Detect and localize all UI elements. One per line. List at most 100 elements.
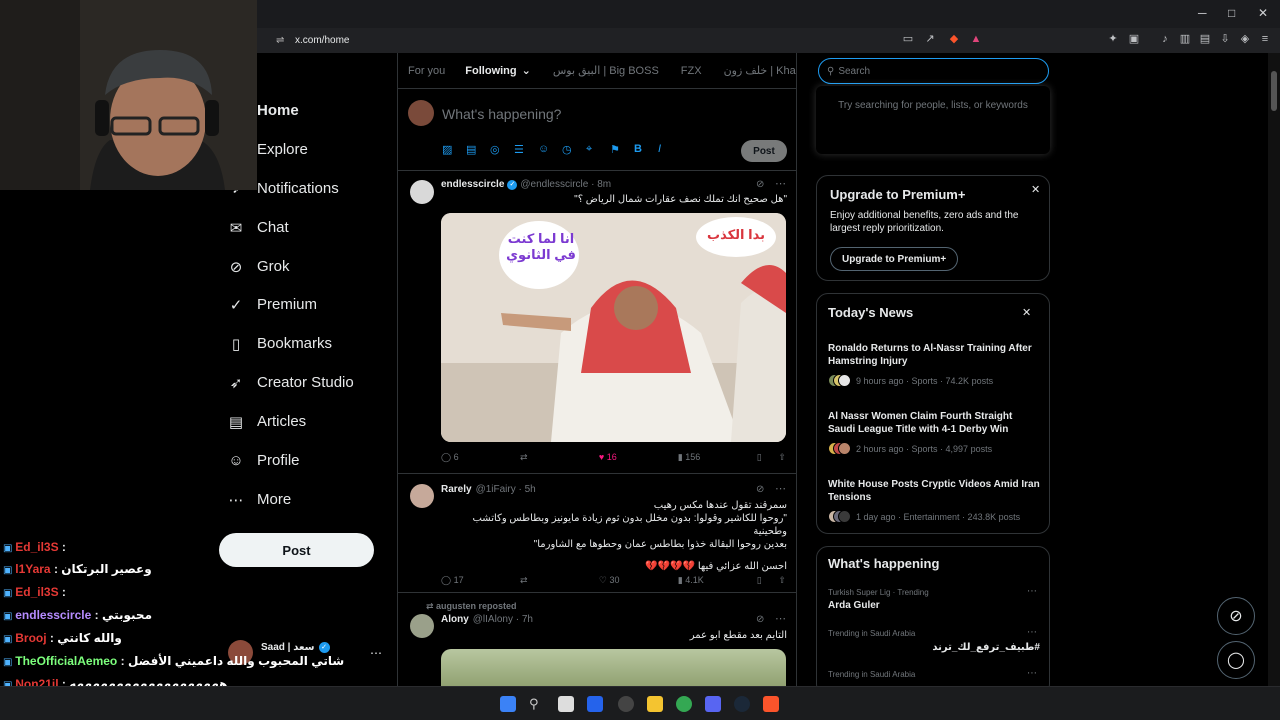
news-item[interactable]: White House Posts Cryptic Videos Amid Ir… (828, 478, 1040, 524)
grok-icon[interactable]: ⊘ (756, 484, 764, 495)
trend-item[interactable]: Turkish Super Lig · Trending Arda Guler … (828, 586, 1040, 611)
author-handle[interactable]: @1iFairy · 5h (476, 484, 536, 495)
news-item[interactable]: Ronaldo Returns to Al-Nassr Training Aft… (828, 342, 1040, 388)
vpn-icon[interactable]: ◈ (1238, 32, 1252, 46)
tweet-image[interactable]: انا لما كنت في الثانوي بدا الكذب (441, 213, 786, 442)
close-icon[interactable]: ✕ (1022, 306, 1031, 319)
upgrade-button[interactable]: Upgrade to Premium+ (830, 247, 959, 271)
nav-item-articles[interactable]: ▤ Articles (228, 413, 306, 431)
gif-icon[interactable]: ▤ (466, 143, 490, 156)
tab-following[interactable]: Following ⌄ (465, 64, 531, 77)
more-icon[interactable]: ⋯ (1027, 627, 1037, 638)
trend-item[interactable]: Trending in Saudi Arabia #طبيف_ترفع_لك_ت… (828, 627, 1040, 653)
bookmark-icon[interactable]: ▯ (757, 452, 779, 463)
more-icon[interactable]: ⋯ (775, 177, 786, 190)
extensions-icon[interactable]: ✦ (1106, 32, 1120, 46)
close-window-button[interactable]: ✕ (1258, 6, 1268, 20)
sidebar-icon[interactable]: ▥ (1178, 32, 1192, 46)
steam-icon[interactable] (734, 696, 750, 712)
nav-item-chat[interactable]: ✉ Chat (228, 219, 289, 237)
chat-fab[interactable]: ◯ (1217, 641, 1255, 679)
like-button[interactable]: ♥ 16 (599, 452, 678, 463)
maximize-button[interactable]: □ (1228, 6, 1235, 20)
views-button[interactable]: ▮ 4.1K (678, 575, 757, 586)
share-icon[interactable]: ⇧ (778, 452, 786, 463)
grok-icon[interactable]: ◎ (490, 143, 514, 156)
more-icon[interactable]: ⋯ (775, 482, 786, 495)
author-name[interactable]: Alony (441, 614, 469, 625)
brave-shield-icon[interactable]: ◆ (947, 32, 961, 46)
search-icon[interactable]: ⚲ (529, 696, 545, 712)
nav-item-bookmarks[interactable]: ▯ Bookmarks (228, 335, 332, 353)
nav-item-premium[interactable]: ✓ Premium (228, 296, 317, 314)
obs-icon[interactable] (618, 696, 634, 712)
views-button[interactable]: ▮ 156 (678, 452, 757, 463)
site-info-icon[interactable]: ⇌ (276, 35, 284, 46)
emoji-icon[interactable]: ☺ (538, 143, 562, 156)
location-icon[interactable]: ⌖ (586, 143, 610, 156)
grok-icon[interactable]: ⊘ (756, 614, 764, 625)
more-icon[interactable]: ⋯ (1027, 668, 1037, 679)
music-icon[interactable]: ♪ (1158, 32, 1172, 46)
reply-button[interactable]: ◯ 6 (441, 452, 520, 463)
menu-icon[interactable]: ≡ (1258, 32, 1272, 46)
tab-khalafzone[interactable]: خلف زون | KhalafZone (724, 64, 796, 77)
image-icon[interactable]: ▨ (442, 143, 466, 156)
tweet[interactable]: Rarely @1iFairy · 5h ⊘ ⋯ سمرقند تقول عند… (398, 474, 796, 593)
reposted-by[interactable]: augusten reposted (436, 601, 517, 611)
tweet[interactable]: ⇄ augusten reposted Alony @lIAlony · 7h … (398, 593, 796, 686)
more-icon[interactable]: ⋯ (1027, 586, 1037, 597)
start-icon[interactable] (500, 696, 516, 712)
discord-icon[interactable] (705, 696, 721, 712)
file-explorer-icon[interactable] (647, 696, 663, 712)
account-switcher[interactable]: Saad | سعد ✓ (261, 642, 330, 653)
minimize-button[interactable]: ─ (1198, 6, 1207, 20)
share-icon[interactable]: ↗ (923, 32, 937, 46)
tab-fzx[interactable]: FZX (681, 65, 702, 77)
news-item[interactable]: Al Nassr Women Claim Fourth Straight Sau… (828, 410, 1040, 456)
search-input[interactable]: ⚲ Search (818, 58, 1049, 84)
tweet[interactable]: endlesscircle ✓ @endlesscircle · 8m ⊘ ⋯ … (398, 171, 796, 474)
nav-item-profile[interactable]: ☺ Profile (228, 452, 299, 469)
avatar[interactable] (410, 484, 434, 508)
compose-post-button[interactable]: Post (741, 140, 787, 162)
chrome-icon[interactable] (676, 696, 692, 712)
grok-icon[interactable]: ⊘ (756, 179, 764, 190)
widgets-icon[interactable] (587, 696, 603, 712)
bookmark-icon[interactable]: ▯ (757, 575, 779, 586)
tabs-icon[interactable]: ▤ (1198, 32, 1212, 46)
author-handle[interactable]: @endlesscircle · 8m (520, 179, 611, 190)
poll-icon[interactable]: ☰ (514, 143, 538, 156)
scrollbar[interactable] (1268, 53, 1280, 686)
author-name[interactable]: Rarely (441, 484, 472, 495)
nav-item-grok[interactable]: ⊘ Grok (228, 258, 290, 276)
nav-item-creator-studio[interactable]: ➶ Creator Studio (228, 374, 354, 392)
avatar[interactable] (410, 180, 434, 204)
more-icon[interactable]: ⋯ (775, 612, 786, 625)
tab-big-boss[interactable]: البيق بوس | Big BOSS (553, 64, 659, 77)
cast-icon[interactable]: ▭ (901, 32, 915, 46)
bold-icon[interactable]: B (634, 143, 658, 156)
downloads-icon[interactable]: ⇩ (1218, 32, 1232, 46)
grok-fab[interactable]: ⊘ (1217, 597, 1255, 635)
trend-item[interactable]: Trending in Saudi Arabia ⋯ (828, 668, 1040, 679)
author-name[interactable]: endlesscircle (441, 179, 504, 190)
share-icon[interactable]: ⇧ (778, 575, 786, 586)
retweet-icon[interactable]: ⇄ (520, 452, 599, 463)
brave-rewards-icon[interactable]: ▲ (969, 32, 983, 46)
post-button[interactable]: Post (219, 533, 374, 567)
avatar[interactable] (410, 614, 434, 638)
retweet-icon[interactable]: ⇄ (520, 575, 599, 586)
wallet-icon[interactable]: ▣ (1127, 32, 1141, 46)
task-view-icon[interactable] (558, 696, 574, 712)
author-handle[interactable]: @lIAlony · 7h (473, 614, 533, 625)
more-icon[interactable]: ⋯ (370, 646, 382, 660)
tab-for-you[interactable]: For you (408, 65, 445, 77)
schedule-icon[interactable]: ◷ (562, 143, 586, 156)
italic-icon[interactable]: I (658, 143, 682, 156)
reply-button[interactable]: ◯ 17 (441, 575, 520, 586)
tweet-image[interactable] (441, 649, 786, 686)
nav-item-more[interactable]: ⋯ More (228, 491, 292, 509)
brave-icon[interactable] (763, 696, 779, 712)
compose-input[interactable]: What's happening? (442, 106, 561, 122)
